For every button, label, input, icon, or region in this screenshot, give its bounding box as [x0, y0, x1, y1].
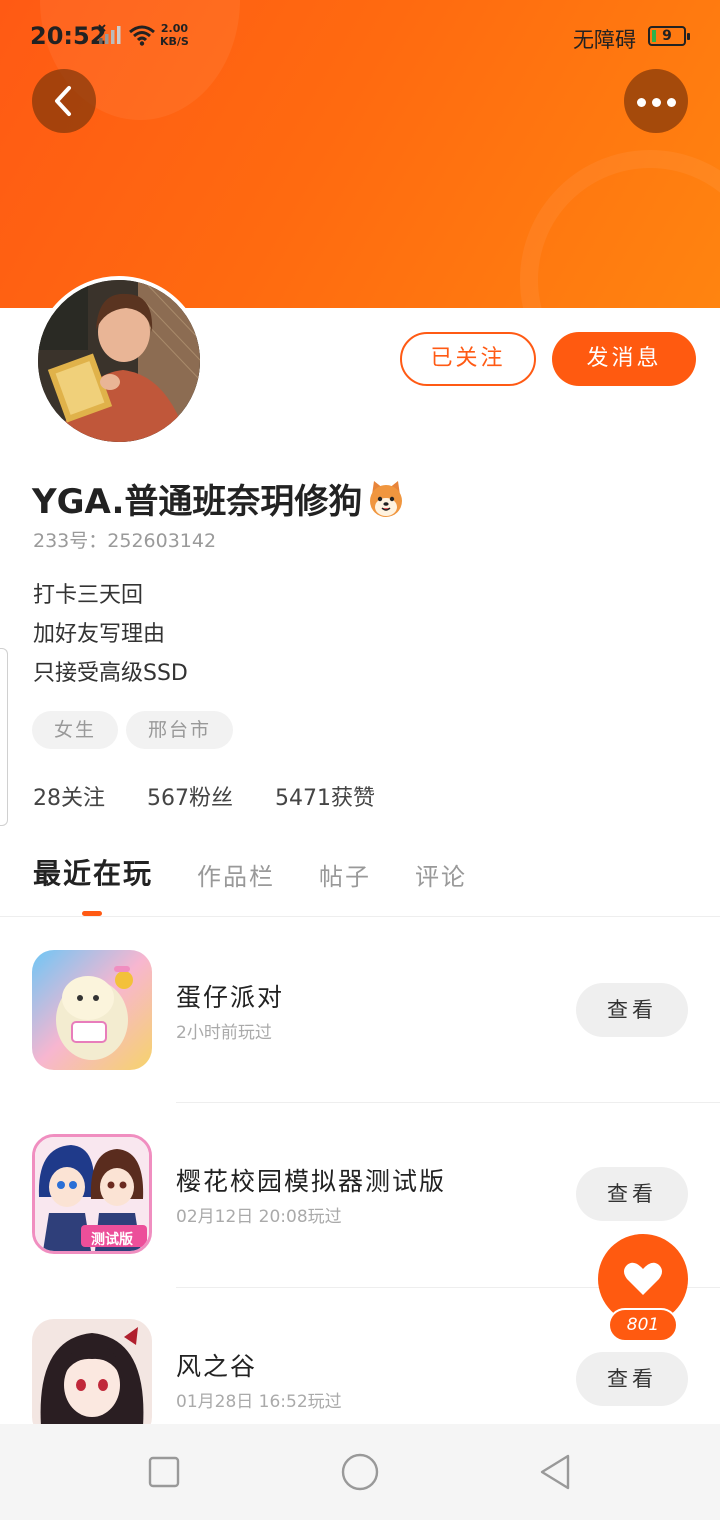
header-decoration	[520, 150, 720, 308]
tab-posts[interactable]: 帖子	[319, 857, 371, 892]
view-game-button[interactable]: 查看	[576, 1167, 688, 1221]
battery-indicator: 9	[648, 26, 690, 46]
game-list-item[interactable]: 蛋仔派对 2小时前玩过 查看	[0, 950, 720, 1070]
beta-badge: 测试版	[91, 1232, 133, 1248]
send-message-button[interactable]: 发消息	[552, 332, 696, 386]
back-button[interactable]	[32, 69, 96, 133]
avatar[interactable]	[34, 276, 204, 446]
game-list-item[interactable]: 测试版 樱花校园模拟器测试版 02月12日 20:08玩过 查看	[0, 1134, 720, 1254]
home-icon[interactable]	[340, 1452, 380, 1492]
profile-tags: 女生 邢台市	[32, 711, 234, 749]
user-id-value: 252603142	[107, 530, 217, 552]
username: YGA.普通班奈玥修狗	[32, 474, 406, 523]
view-game-button[interactable]: 查看	[576, 1352, 688, 1406]
user-id: 233号：252603142	[33, 526, 216, 553]
profile-tabs: 最近在玩 作品栏 帖子 评论	[33, 852, 511, 892]
last-played-time: 02月12日 20:08玩过	[176, 1207, 342, 1227]
heart-icon	[624, 1262, 662, 1295]
network-speed: 2.00 KB/S	[160, 22, 189, 48]
bio-line: 只接受高级SSD	[33, 661, 188, 686]
status-time: 20:52	[30, 22, 107, 50]
wifi-icon	[129, 25, 155, 46]
divider	[176, 1102, 720, 1103]
avatar-image	[38, 280, 200, 442]
battery-charge-strip	[652, 30, 656, 42]
game-name: 蛋仔派对	[176, 983, 285, 1012]
eggy-party-game-icon	[32, 950, 152, 1070]
network-speed-unit: KB/S	[160, 35, 189, 48]
bio-line: 打卡三天回	[33, 583, 144, 608]
more-dots-icon	[634, 92, 679, 111]
system-navigation-bar	[0, 1424, 720, 1520]
profile-stats: 28关注 567粉丝 5471获赞	[33, 780, 417, 812]
followers-count[interactable]: 567粉丝	[147, 780, 233, 812]
divider	[0, 916, 720, 917]
game-name: 樱花校园模拟器测试版	[176, 1167, 447, 1196]
view-game-button[interactable]: 查看	[576, 983, 688, 1037]
status-bar: 20:52 2.00 KB/S 无障碍 9	[0, 0, 720, 72]
game-name: 风之谷	[176, 1352, 258, 1381]
tab-comments[interactable]: 评论	[415, 857, 467, 892]
bio: 打卡三天回 加好友写理由 只接受高级SSD	[33, 576, 188, 693]
username-text: YGA.普通班奈玥修狗	[32, 482, 363, 522]
sakura-school-simulator-game-icon: 测试版	[32, 1134, 152, 1254]
recent-apps-icon[interactable]	[144, 1452, 184, 1492]
bio-line: 加好友写理由	[33, 622, 166, 647]
more-options-button[interactable]	[624, 69, 688, 133]
last-played-time: 01月28日 16:52玩过	[176, 1392, 342, 1412]
battery-level: 9	[662, 28, 672, 44]
tab-recently-played[interactable]: 最近在玩	[33, 852, 153, 892]
signal-icon	[98, 24, 121, 44]
following-button[interactable]: 已关注	[400, 332, 536, 386]
network-speed-value: 2.00	[160, 22, 188, 35]
likes-count: 5471获赞	[275, 786, 375, 811]
following-count[interactable]: 28关注	[33, 780, 105, 812]
tab-works[interactable]: 作品栏	[197, 857, 275, 892]
user-id-label: 233号：	[33, 530, 108, 552]
accessibility-indicator: 无障碍	[573, 28, 636, 52]
last-played-time: 2小时前玩过	[176, 1023, 272, 1043]
valley-of-wind-game-icon	[32, 1319, 152, 1439]
side-edge-handle[interactable]	[0, 648, 8, 826]
chevron-left-icon	[55, 86, 71, 116]
shiba-dog-emoji-icon	[370, 480, 403, 517]
location-tag: 邢台市	[126, 711, 234, 749]
back-nav-icon[interactable]	[536, 1452, 576, 1492]
like-count-badge: 801	[608, 1308, 678, 1342]
gender-tag: 女生	[32, 711, 119, 749]
